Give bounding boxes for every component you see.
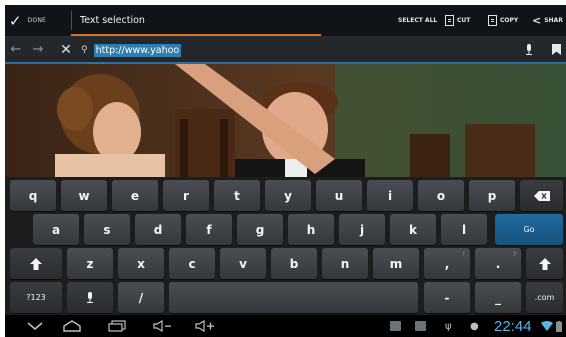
key-g[interactable]: g	[237, 214, 283, 245]
key-t[interactable]: t	[214, 180, 260, 211]
key-dash[interactable]: -	[424, 282, 470, 313]
chat-icon: ●	[470, 320, 479, 332]
key-comma[interactable]: , !	[424, 248, 470, 279]
share-button[interactable]: < SHAR	[532, 5, 563, 36]
key-f[interactable]: f	[186, 214, 232, 245]
system-navigation-bar: ψ ● 22:44	[5, 315, 566, 337]
key-underscore[interactable]: _	[475, 282, 521, 313]
done-button[interactable]: ✓ DONE	[9, 5, 69, 36]
cut-icon	[445, 15, 454, 26]
key-o[interactable]: o	[418, 180, 464, 211]
select-all-button[interactable]: SELECT ALL	[398, 5, 437, 36]
web-page-photo	[5, 64, 566, 177]
key-z[interactable]: z	[67, 248, 113, 279]
usb-icon: ψ	[445, 320, 452, 332]
shift-icon	[30, 257, 42, 270]
forward-arrow-icon[interactable]: →	[31, 37, 45, 62]
key-comma-label: ,	[444, 256, 450, 271]
key-w[interactable]: w	[61, 180, 107, 211]
copy-label: COPY	[500, 17, 519, 24]
key-n[interactable]: n	[322, 248, 368, 279]
url-input[interactable]: ⚲ http://www.yahoo	[81, 41, 501, 59]
key-u[interactable]: u	[316, 180, 362, 211]
shift-key-right[interactable]	[526, 248, 563, 279]
key-e[interactable]: e	[112, 180, 158, 211]
key-i[interactable]: i	[367, 180, 413, 211]
key-l[interactable]: l	[441, 214, 487, 245]
action-bar-title: Text selection	[80, 15, 145, 26]
key-period-label: .	[495, 256, 501, 271]
back-arrow-icon[interactable]: ←	[9, 37, 23, 62]
clock: 22:44	[494, 317, 532, 335]
voice-input-key[interactable]	[67, 282, 113, 313]
key-c[interactable]: c	[169, 248, 215, 279]
backspace-key[interactable]	[520, 180, 563, 211]
notification-icon	[415, 321, 426, 331]
bookmark-icon[interactable]	[552, 37, 561, 62]
volume-down-icon[interactable]	[153, 315, 173, 337]
backspace-icon	[533, 190, 550, 201]
key-h[interactable]: h	[288, 214, 334, 245]
on-screen-keyboard: q w e r t y u i o p a s d f g h j k l Go…	[5, 177, 566, 315]
text-selection-action-bar: ✓ DONE Text selection SELECT ALL CUT COP…	[5, 5, 566, 37]
search-icon: ⚲	[81, 45, 88, 55]
tablet-screen: ✓ DONE Text selection SELECT ALL CUT COP…	[5, 5, 566, 337]
key-q[interactable]: q	[10, 180, 56, 211]
key-j[interactable]: j	[339, 214, 385, 245]
photo-image	[5, 64, 566, 177]
browser-url-bar: ← → ✕ ⚲ http://www.yahoo	[5, 37, 566, 62]
key-x[interactable]: x	[118, 248, 164, 279]
symbols-key[interactable]: ?123	[10, 282, 62, 313]
cut-button[interactable]: CUT	[445, 5, 470, 36]
key-v[interactable]: v	[220, 248, 266, 279]
mic-icon	[87, 291, 93, 303]
key-period-alt: ?	[512, 251, 516, 258]
checkmark-icon: ✓	[9, 11, 22, 30]
volume-up-icon[interactable]	[195, 315, 217, 337]
battery-icon	[556, 315, 562, 337]
wifi-icon	[541, 315, 553, 337]
key-b[interactable]: b	[271, 248, 317, 279]
cut-label: CUT	[457, 17, 471, 24]
shift-icon	[538, 257, 551, 270]
recent-apps-icon[interactable]	[108, 315, 126, 337]
key-d[interactable]: d	[135, 214, 181, 245]
share-label: SHAR	[544, 17, 563, 24]
share-icon: <	[532, 14, 542, 27]
divider	[71, 11, 72, 30]
key-slash[interactable]: /	[118, 282, 164, 313]
key-period[interactable]: . ?	[475, 248, 521, 279]
key-k[interactable]: k	[390, 214, 436, 245]
done-label: DONE	[27, 17, 47, 24]
key-r[interactable]: r	[163, 180, 209, 211]
space-bar[interactable]	[169, 282, 418, 313]
shift-key-left[interactable]	[10, 248, 62, 279]
key-m[interactable]: m	[373, 248, 419, 279]
voice-search-icon[interactable]	[525, 37, 533, 62]
action-bar-underline	[71, 34, 321, 36]
key-p[interactable]: p	[469, 180, 515, 211]
notification-icon	[390, 321, 401, 331]
hide-keyboard-icon[interactable]	[27, 315, 43, 337]
copy-icon	[488, 15, 497, 26]
url-text-selected[interactable]: http://www.yahoo	[93, 43, 182, 57]
copy-button[interactable]: COPY	[488, 5, 518, 36]
key-y[interactable]: y	[265, 180, 311, 211]
key-s[interactable]: s	[84, 214, 130, 245]
key-a[interactable]: a	[33, 214, 79, 245]
key-comma-alt: !	[462, 251, 465, 258]
dotcom-key[interactable]: .com	[526, 282, 563, 313]
home-icon[interactable]	[63, 315, 81, 337]
go-key[interactable]: Go	[495, 214, 563, 245]
stop-icon[interactable]: ✕	[59, 37, 73, 62]
